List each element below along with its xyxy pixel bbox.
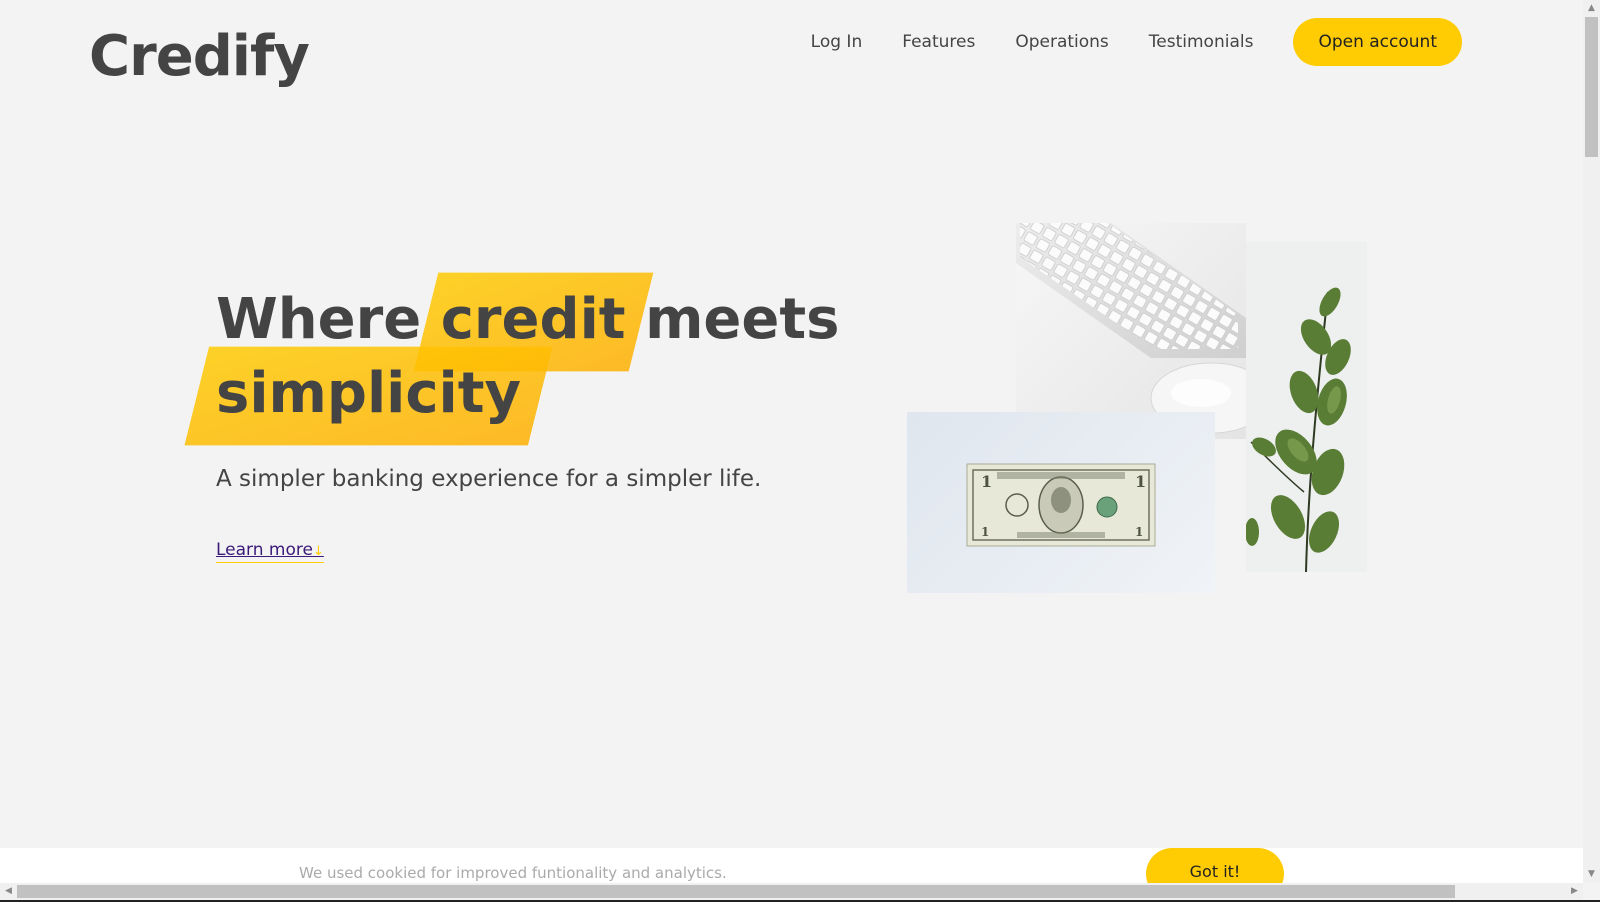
- nav-testimonials-link[interactable]: Testimonials: [1149, 32, 1254, 52]
- svg-text:1: 1: [981, 472, 992, 491]
- dollar-bill-image: 1 1 1 1: [907, 412, 1215, 593]
- eucalyptus-plant-image: [1245, 242, 1367, 573]
- hero-title: Where credit meets simplicity: [216, 283, 839, 431]
- nav-features-link[interactable]: Features: [902, 32, 975, 52]
- scroll-down-arrow-icon[interactable]: ▼: [1583, 866, 1600, 883]
- horizontal-scrollbar[interactable]: ◀ ▶: [0, 883, 1583, 900]
- svg-text:1: 1: [1135, 472, 1146, 491]
- cookie-message: We used cookied for improved funtionalit…: [299, 864, 727, 882]
- svg-text:1: 1: [1135, 525, 1143, 539]
- cookie-banner: We used cookied for improved funtionalit…: [0, 848, 1583, 883]
- hero-title-highlight-simplicity: simplicity: [216, 357, 521, 431]
- arrow-down-icon: ↓: [312, 544, 324, 559]
- brand-logo[interactable]: Credify: [89, 24, 310, 89]
- nav-login-link[interactable]: Log In: [811, 32, 863, 52]
- hero-subtitle: A simpler banking experience for a simpl…: [216, 466, 762, 492]
- learn-more-label: Learn more: [216, 540, 313, 560]
- scroll-right-arrow-icon[interactable]: ▶: [1566, 883, 1583, 900]
- vertical-scroll-thumb[interactable]: [1585, 17, 1598, 157]
- learn-more-link[interactable]: Learn more↓: [216, 540, 324, 563]
- hero-title-word: meets: [645, 287, 840, 352]
- vertical-scrollbar[interactable]: ▲ ▼: [1583, 0, 1600, 883]
- open-account-button[interactable]: Open account: [1293, 18, 1462, 66]
- hero-title-word: Where: [216, 287, 422, 352]
- scroll-up-arrow-icon[interactable]: ▲: [1583, 0, 1600, 17]
- horizontal-scroll-thumb[interactable]: [17, 885, 1455, 898]
- page-viewport: Credify Log In Features Operations Testi…: [0, 0, 1583, 883]
- scroll-left-arrow-icon[interactable]: ◀: [0, 883, 17, 900]
- nav-operations-link[interactable]: Operations: [1015, 32, 1108, 52]
- svg-text:1: 1: [981, 525, 989, 539]
- cookie-accept-button[interactable]: Got it!: [1146, 848, 1284, 883]
- main-nav: Log In Features Operations Testimonials …: [811, 18, 1462, 66]
- keyboard-and-mouse-image: [1016, 223, 1246, 439]
